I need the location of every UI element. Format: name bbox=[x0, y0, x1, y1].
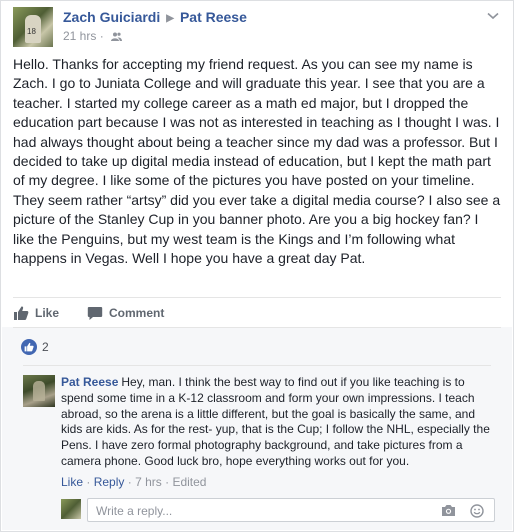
comment-author[interactable]: Pat Reese bbox=[61, 375, 118, 389]
thumbs-up-icon bbox=[13, 305, 29, 321]
recipient-name[interactable]: Pat Reese bbox=[180, 9, 247, 25]
post-header: 18 Zach Guiciardi ▶ Pat Reese 21 hrs · bbox=[13, 7, 501, 47]
comment-meta-sep-3: · bbox=[165, 475, 170, 489]
post-actions: Like Comment bbox=[13, 301, 192, 325]
comment-body: Pat Reese Hey, man. I think the best way … bbox=[61, 375, 491, 470]
author-avatar[interactable]: 18 bbox=[13, 7, 53, 47]
comment-meta: Like · Reply · 7 hrs · Edited bbox=[61, 475, 206, 489]
comment-time[interactable]: 7 hrs bbox=[135, 475, 162, 489]
comments-divider bbox=[13, 327, 501, 328]
reactions-divider bbox=[23, 365, 491, 366]
reply-input[interactable]: Write a reply... bbox=[87, 498, 495, 522]
reaction-count: 2 bbox=[42, 340, 49, 354]
chevron-down-icon[interactable] bbox=[487, 9, 499, 23]
post-card: 18 Zach Guiciardi ▶ Pat Reese 21 hrs · Hel… bbox=[0, 0, 514, 532]
comment-text: Hey, man. I think the best way to find o… bbox=[61, 375, 490, 468]
actions-divider bbox=[13, 297, 501, 298]
comment-button[interactable]: Comment bbox=[87, 305, 164, 321]
meta-separator: · bbox=[99, 29, 108, 43]
reply-placeholder: Write a reply... bbox=[96, 504, 173, 518]
reply-avatar bbox=[61, 499, 81, 519]
comment-like-link[interactable]: Like bbox=[61, 475, 83, 489]
reply-row: Write a reply... bbox=[61, 498, 495, 524]
comment-meta-sep-2: · bbox=[127, 475, 132, 489]
friends-icon[interactable] bbox=[111, 30, 123, 41]
comment-edited[interactable]: Edited bbox=[172, 475, 206, 489]
post-names: Zach Guiciardi ▶ Pat Reese bbox=[63, 9, 247, 25]
comment-bubble-icon bbox=[87, 305, 103, 321]
avatar-jersey: 18 bbox=[27, 27, 36, 36]
post-meta: 21 hrs · bbox=[63, 29, 123, 43]
comment-label: Comment bbox=[109, 306, 165, 320]
reactions-summary[interactable]: 2 bbox=[21, 339, 49, 355]
comment-reply-link[interactable]: Reply bbox=[94, 475, 125, 489]
arrow-right-icon: ▶ bbox=[166, 13, 174, 24]
like-reaction-icon bbox=[21, 339, 37, 355]
reply-icons bbox=[441, 504, 484, 521]
post-timestamp[interactable]: 21 hrs bbox=[63, 29, 96, 43]
post-body: Hello. Thanks for accepting my friend re… bbox=[13, 56, 501, 267]
like-button[interactable]: Like bbox=[13, 305, 59, 321]
smiley-icon[interactable] bbox=[470, 504, 484, 521]
camera-icon[interactable] bbox=[441, 504, 456, 521]
like-label: Like bbox=[35, 306, 60, 320]
commenter-avatar[interactable] bbox=[23, 375, 55, 407]
author-name[interactable]: Zach Guiciardi bbox=[63, 9, 160, 25]
comment-meta-sep-1: · bbox=[86, 475, 91, 489]
